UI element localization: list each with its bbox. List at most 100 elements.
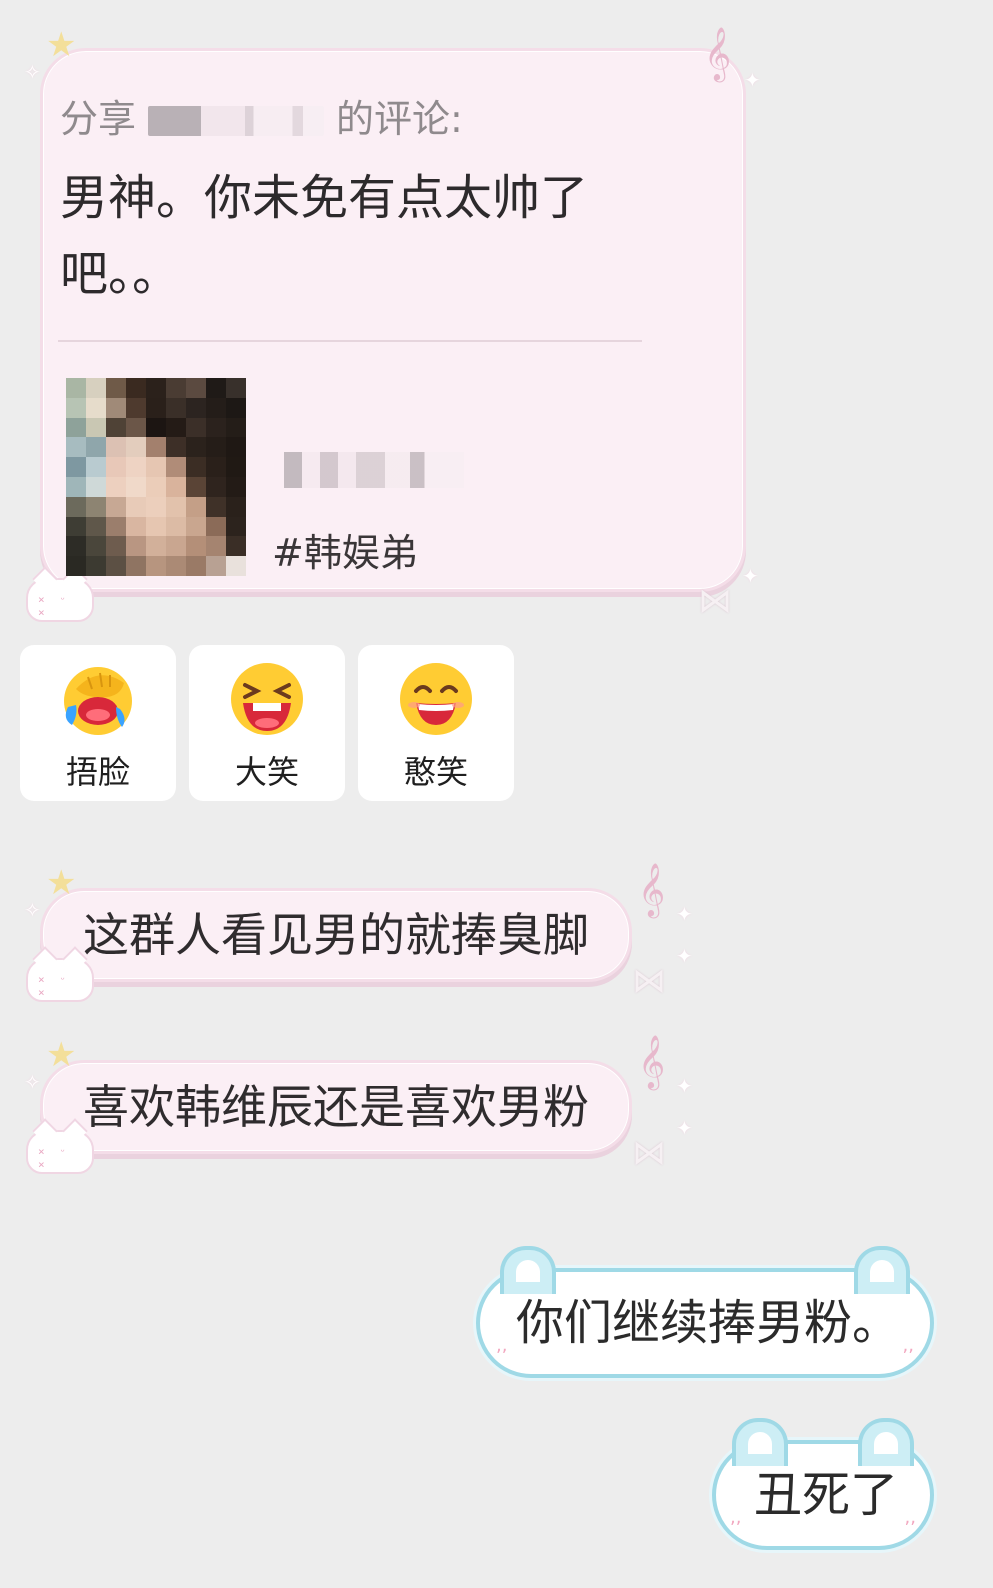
blush-decoration-icon: ,, — [730, 1507, 742, 1528]
thumbnail-pixel — [166, 496, 186, 517]
thumbnail-pixel — [126, 536, 146, 557]
cat-decoration-icon: × ᵕ × — [26, 958, 94, 1002]
thumbnail-pixel — [126, 516, 146, 537]
thumbnail-pixel — [126, 457, 146, 477]
outgoing-message-bubble[interactable]: ,, ,, 你们继续捧男粉。 — [476, 1246, 934, 1378]
thumbnail-pixel — [166, 556, 186, 576]
share-divider — [58, 340, 642, 342]
thumbnail-pixel — [186, 556, 206, 576]
thumbnail-pixel — [206, 457, 226, 477]
thumbnail-pixel — [86, 437, 106, 458]
thumbnail-pixel — [86, 536, 106, 557]
message-bubble[interactable]: 喜欢韩维辰还是喜欢男粉 — [40, 1060, 632, 1154]
thumbnail-pixel — [66, 556, 86, 576]
thumbnail-pixel — [206, 496, 226, 517]
thumbnail-pixel — [126, 437, 146, 458]
thumbnail-pixel — [66, 437, 86, 458]
reaction-button-facepalm[interactable]: 捂脸 — [20, 645, 176, 801]
thumbnail-pixel — [206, 556, 226, 576]
thumbnail-pixel — [126, 417, 146, 438]
thumbnail-pixel — [86, 496, 106, 517]
thumbnail-pixel — [106, 437, 126, 458]
thumbnail-pixel — [86, 516, 106, 537]
reaction-button-grin[interactable]: 憨笑 — [358, 645, 514, 801]
thumbnail-pixel — [106, 457, 126, 477]
reaction-label: 憨笑 — [403, 753, 468, 791]
laughing-emoji-icon — [231, 663, 303, 735]
thumbnail-pixel — [206, 437, 226, 458]
thumbnail-pixel — [226, 417, 246, 438]
thumbnail-pixel — [186, 516, 206, 537]
thumbnail-pixel — [186, 378, 206, 398]
thumbnail-pixel — [186, 437, 206, 458]
sparkle-decoration-icon: ✦ — [744, 68, 761, 92]
blush-decoration-icon: ,, — [902, 1335, 914, 1356]
share-suffix: 的评论: — [336, 97, 463, 141]
blush-decoration-icon: ,, — [904, 1507, 916, 1528]
share-header: 分享 的评论: — [60, 88, 463, 143]
thumbnail-pixel — [226, 437, 246, 458]
thumbnail-pixel — [66, 476, 86, 497]
thumbnail-pixel — [106, 378, 126, 398]
thumbnail-pixel — [206, 417, 226, 438]
thumbnail-pixel — [106, 516, 126, 537]
thumbnail-pixel — [226, 378, 246, 398]
thumbnail-pixel — [166, 536, 186, 557]
bow-decoration-icon: ⋈ — [632, 961, 666, 1001]
thumbnail-pixel — [186, 496, 206, 517]
thumbnail-pixel — [66, 536, 86, 557]
share-hashtag[interactable]: #韩娱弟 — [272, 522, 418, 577]
thumbnail-pixel — [166, 457, 186, 477]
thumbnail-pixel — [126, 476, 146, 497]
thumbnail-pixel — [146, 397, 166, 418]
swirl-decoration-icon: ✧ — [24, 898, 41, 922]
thumbnail-pixel — [126, 378, 146, 398]
thumbnail-pixel — [186, 536, 206, 557]
thumbnail-pixel — [146, 556, 166, 576]
message-bubble[interactable]: 这群人看见男的就捧臭脚 — [40, 888, 632, 982]
thumbnail-pixel — [146, 536, 166, 557]
thumbnail-pixel — [146, 457, 166, 477]
thumbnail-pixel — [226, 476, 246, 497]
swirl-decoration-icon: ✧ — [24, 60, 41, 84]
thumbnail-pixel — [66, 397, 86, 418]
message-text: 丑死了 — [754, 1467, 899, 1523]
outgoing-message-bubble[interactable]: ,, ,, 丑死了 — [712, 1418, 934, 1550]
thumbnail-pixel — [146, 378, 166, 398]
thumbnail-pixel — [146, 437, 166, 458]
music-note-decoration-icon: 𝄞 — [638, 1034, 666, 1088]
cat-decoration-icon: × ᵕ × — [26, 1130, 94, 1174]
thumbnail-pixel — [146, 496, 166, 517]
music-note-decoration-icon: 𝄞 — [638, 862, 666, 916]
grin-emoji-icon — [400, 663, 472, 735]
thumbnail-pixel — [106, 397, 126, 418]
thumbnail-pixel — [226, 496, 246, 517]
thumbnail-pixel — [206, 516, 226, 537]
thumbnail-pixel — [86, 476, 106, 497]
thumbnail-pixel — [226, 536, 246, 557]
thumbnail-pixel — [126, 556, 146, 576]
thumbnail-pixel — [66, 496, 86, 517]
message-text: 你们继续捧男粉。 — [516, 1295, 901, 1351]
swirl-decoration-icon: ✧ — [24, 1070, 41, 1094]
thumbnail-pixel — [146, 516, 166, 537]
reaction-button-laugh[interactable]: 大笑 — [189, 645, 345, 801]
bow-decoration-icon: ⋈ — [632, 1133, 666, 1173]
sparkle-decoration-icon: ✦ — [742, 564, 759, 588]
thumbnail-pixel — [166, 378, 186, 398]
thumbnail-pixel — [166, 417, 186, 438]
thumbnail-pixel — [146, 476, 166, 497]
thumbnail-pixel — [206, 378, 226, 398]
thumbnail-pixel — [106, 536, 126, 557]
thumbnail-pixel — [166, 516, 186, 537]
thumbnail-pixel — [226, 457, 246, 477]
blurred-avatar-thumbnail[interactable] — [66, 378, 246, 576]
thumbnail-pixel — [66, 457, 86, 477]
thumbnail-pixel — [206, 397, 226, 418]
thumbnail-pixel — [86, 457, 106, 477]
sparkle-decoration-icon: ✦ — [676, 902, 693, 926]
thumbnail-pixel — [106, 556, 126, 576]
thumbnail-pixel — [146, 417, 166, 438]
thumbnail-pixel — [86, 397, 106, 418]
blurred-author-name — [284, 452, 464, 488]
